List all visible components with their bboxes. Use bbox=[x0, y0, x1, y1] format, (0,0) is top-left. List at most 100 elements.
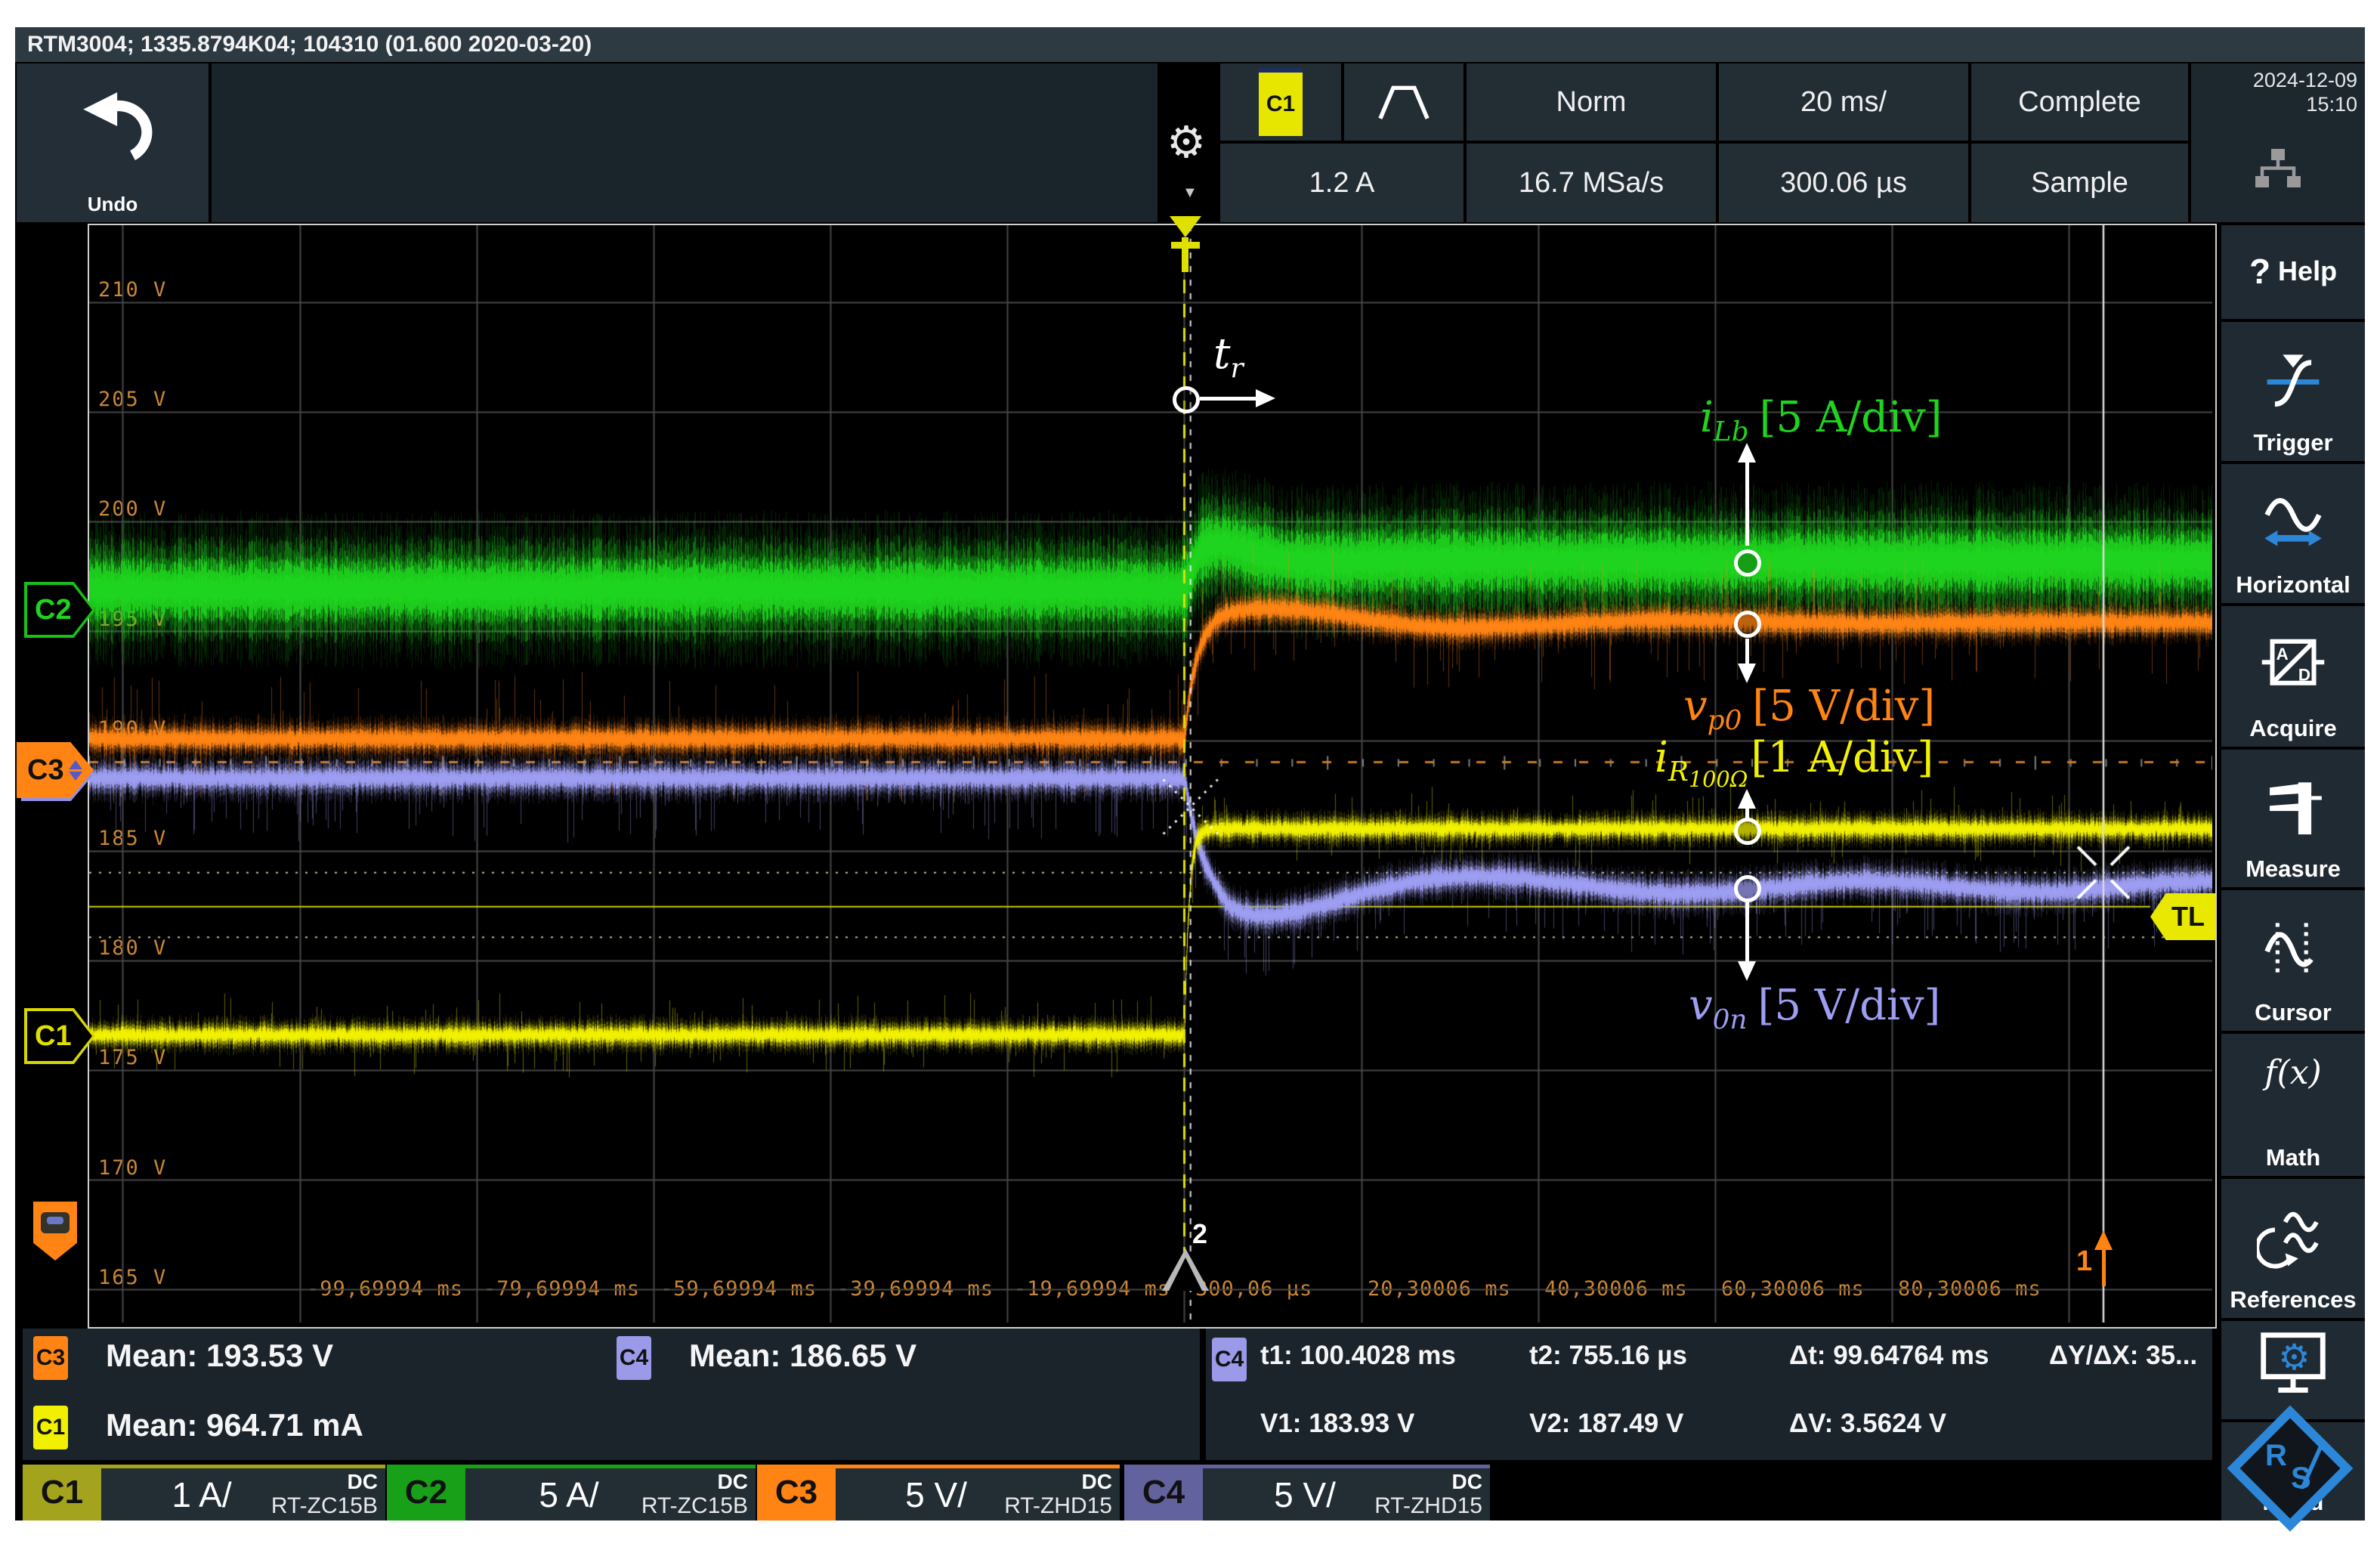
cursor-t2: t2: 755.16 µs bbox=[1529, 1341, 1687, 1371]
sidebar-item-acquire[interactable]: A D Acquire bbox=[2221, 606, 2365, 747]
c1-badge: C1 bbox=[33, 1406, 68, 1449]
c4-mean-value: Mean: 186.65 V bbox=[689, 1338, 916, 1374]
trigger-source-cell[interactable]: C1 bbox=[1220, 63, 1341, 141]
annotation-vp0: vp0[5 V/div] bbox=[1683, 682, 1935, 736]
channel-marker-c2[interactable]: C2 bbox=[24, 582, 95, 638]
fx-icon: f(x) bbox=[2221, 1053, 2365, 1092]
acquisition-mode-value: Sample bbox=[2031, 167, 2128, 200]
question-mark-icon: ? bbox=[2249, 252, 2270, 291]
cursor-v1: V1: 183.93 V bbox=[1260, 1409, 1414, 1439]
c4-badge: C4 bbox=[617, 1336, 651, 1380]
v0n-marker-circle bbox=[1734, 875, 1761, 902]
trigger-source-badge[interactable]: C1 bbox=[1259, 68, 1303, 136]
trigger-source-shield-icon[interactable] bbox=[33, 1202, 77, 1261]
acquisition-status-value: Complete bbox=[2018, 86, 2141, 119]
datetime-panel: 2024-12-09 15:10 bbox=[2191, 63, 2365, 222]
caliper-icon bbox=[2257, 775, 2329, 840]
pulse-icon bbox=[1374, 81, 1434, 123]
timebase-cell[interactable]: 20 ms/ bbox=[1719, 63, 1968, 141]
annotation-ir: iR100Ω[1 A/div] bbox=[1655, 733, 1933, 792]
sidebar-item-trigger[interactable]: Trigger bbox=[2221, 322, 2365, 461]
gear-icon[interactable]: ⚙ bbox=[1167, 116, 1206, 168]
sidebar-item-references[interactable]: References bbox=[2221, 1179, 2365, 1318]
instrument-title-bar: RTM3004; 1335.8794K04; 104310 (01.600 20… bbox=[15, 27, 2365, 62]
tr-marker-circle bbox=[1173, 386, 1200, 413]
cursor-dt: Δt: 99.64764 ms bbox=[1789, 1341, 1989, 1371]
channel-tab-c3[interactable]: C3 bbox=[757, 1465, 836, 1521]
annotation-ilb: iLb[5 A/div] bbox=[1700, 393, 1942, 447]
ilb-arrow-shaft bbox=[1745, 461, 1749, 546]
sidebar-item-measure[interactable]: Measure bbox=[2221, 750, 2365, 887]
toolbar-empty-area bbox=[212, 63, 1158, 222]
horizontal-position-cell[interactable]: 300.06 µs bbox=[1719, 144, 1968, 222]
annotation-tr: tr bbox=[1213, 329, 1244, 384]
sidebar-item-help[interactable]: ?Help bbox=[2221, 225, 2365, 319]
vp0-marker-circle bbox=[1734, 611, 1761, 638]
trigger-position-marker[interactable] bbox=[1170, 216, 1201, 237]
c1-mean-value: Mean: 964.71 mA bbox=[106, 1407, 363, 1443]
tr-arrow-shaft bbox=[1200, 397, 1256, 401]
trigger-level-value: 1.2 A bbox=[1309, 167, 1375, 200]
svg-text:D: D bbox=[2298, 666, 2310, 685]
c3-mean-value: Mean: 193.53 V bbox=[106, 1338, 333, 1374]
timebase-value: 20 ms/ bbox=[1800, 86, 1887, 119]
cursor-wave-icon bbox=[2257, 915, 2329, 980]
channel-settings-c1[interactable]: 1 A/ DC RT-ZC15B bbox=[101, 1465, 385, 1521]
svg-text:⚙: ⚙ bbox=[2278, 1337, 2310, 1378]
vp0-arrow-head bbox=[1738, 664, 1756, 683]
cursor-dv: ΔV: 3.5624 V bbox=[1789, 1409, 1946, 1439]
gear-caret-icon[interactable]: ▼ bbox=[1182, 184, 1198, 202]
acquisition-mode-cell[interactable]: Sample bbox=[1971, 144, 2188, 222]
cursor1-label: 1 bbox=[2076, 1245, 2092, 1278]
channel-marker-c3[interactable]: C3 bbox=[17, 742, 94, 798]
channel-settings-c3[interactable]: 5 V/ DC RT-ZHD15 bbox=[836, 1465, 1120, 1521]
cursor-channel-badge: C4 bbox=[1212, 1338, 1247, 1381]
trigger-t-marker-bar bbox=[1171, 242, 1200, 249]
undo-icon bbox=[71, 85, 154, 168]
vp0-arrow-shaft bbox=[1745, 639, 1749, 664]
cursor-dydx: ΔY/ΔX: 35... bbox=[2049, 1341, 2197, 1371]
measurement-results-panel: C3 Mean: 193.53 V C4 Mean: 186.65 V C1 M… bbox=[23, 1329, 1200, 1460]
undo-label: Undo bbox=[17, 193, 209, 216]
trigger-mode-value: Norm bbox=[1556, 86, 1627, 119]
sample-rate-cell[interactable]: 16.7 MSa/s bbox=[1467, 144, 1716, 222]
sidebar-item-screenshot[interactable]: ⚙ bbox=[2221, 1321, 2365, 1419]
sidebar-item-horizontal[interactable]: Horizontal bbox=[2221, 464, 2365, 603]
c4-updown-icon bbox=[69, 760, 82, 781]
trigger-level-cell[interactable]: 1.2 A bbox=[1220, 144, 1464, 222]
cursor-v2: V2: 187.49 V bbox=[1529, 1409, 1683, 1439]
ilb-arrow-head bbox=[1738, 443, 1756, 462]
trigger-mode-cell[interactable]: Norm bbox=[1467, 63, 1716, 141]
time-text: 15:10 bbox=[2191, 92, 2357, 116]
undo-button[interactable]: Undo bbox=[17, 63, 209, 222]
cursor-t1: t1: 100.4028 ms bbox=[1260, 1341, 1456, 1371]
trigger-bottom-label: 2 bbox=[1192, 1218, 1207, 1250]
annotation-v0n: v0n[5 V/div] bbox=[1689, 981, 1940, 1035]
channel-settings-c2[interactable]: 5 A/ DC RT-ZC15B bbox=[465, 1465, 756, 1521]
acquisition-status-cell[interactable]: Complete bbox=[1971, 63, 2188, 141]
c3-badge: C3 bbox=[33, 1336, 68, 1380]
channel-tab-c1[interactable]: C1 bbox=[23, 1465, 101, 1521]
tr-arrow-head bbox=[1256, 389, 1275, 407]
trigger-type-cell[interactable] bbox=[1344, 63, 1464, 141]
horizontal-wave-icon bbox=[2257, 489, 2329, 554]
ilb-marker-circle bbox=[1734, 549, 1761, 577]
channel-marker-c1[interactable]: C1 bbox=[24, 1008, 95, 1064]
channel-tab-c4[interactable]: C4 bbox=[1124, 1465, 1203, 1521]
sidebar-menu: ?Help Trigger Horizontal bbox=[2221, 225, 2365, 1521]
ad-converter-icon: A D bbox=[2257, 631, 2329, 696]
cursor-results-panel: C4 t1: 100.4028 ms t2: 755.16 µs Δt: 99.… bbox=[1206, 1329, 2212, 1460]
sidebar-item-cursor[interactable]: Cursor bbox=[2221, 890, 2365, 1031]
channel-settings-c4[interactable]: 5 V/ DC RT-ZHD15 bbox=[1203, 1465, 1490, 1521]
channel-tab-c2[interactable]: C2 bbox=[387, 1465, 465, 1521]
svg-text:A: A bbox=[2276, 645, 2289, 664]
network-icon[interactable] bbox=[2253, 147, 2303, 192]
sample-rate-value: 16.7 MSa/s bbox=[1519, 167, 1664, 200]
screenshot-root: RTM3004; 1335.8794K04; 104310 (01.600 20… bbox=[0, 0, 2380, 1553]
trigger-slope-icon bbox=[2257, 347, 2329, 412]
cursor1-arrow-icon[interactable] bbox=[2094, 1230, 2113, 1250]
reference-waves-icon bbox=[2257, 1204, 2329, 1269]
horizontal-position-value: 300.06 µs bbox=[1780, 167, 1907, 200]
sidebar-item-math[interactable]: f(x) Math bbox=[2221, 1034, 2365, 1176]
date-text: 2024-12-09 bbox=[2191, 68, 2357, 92]
